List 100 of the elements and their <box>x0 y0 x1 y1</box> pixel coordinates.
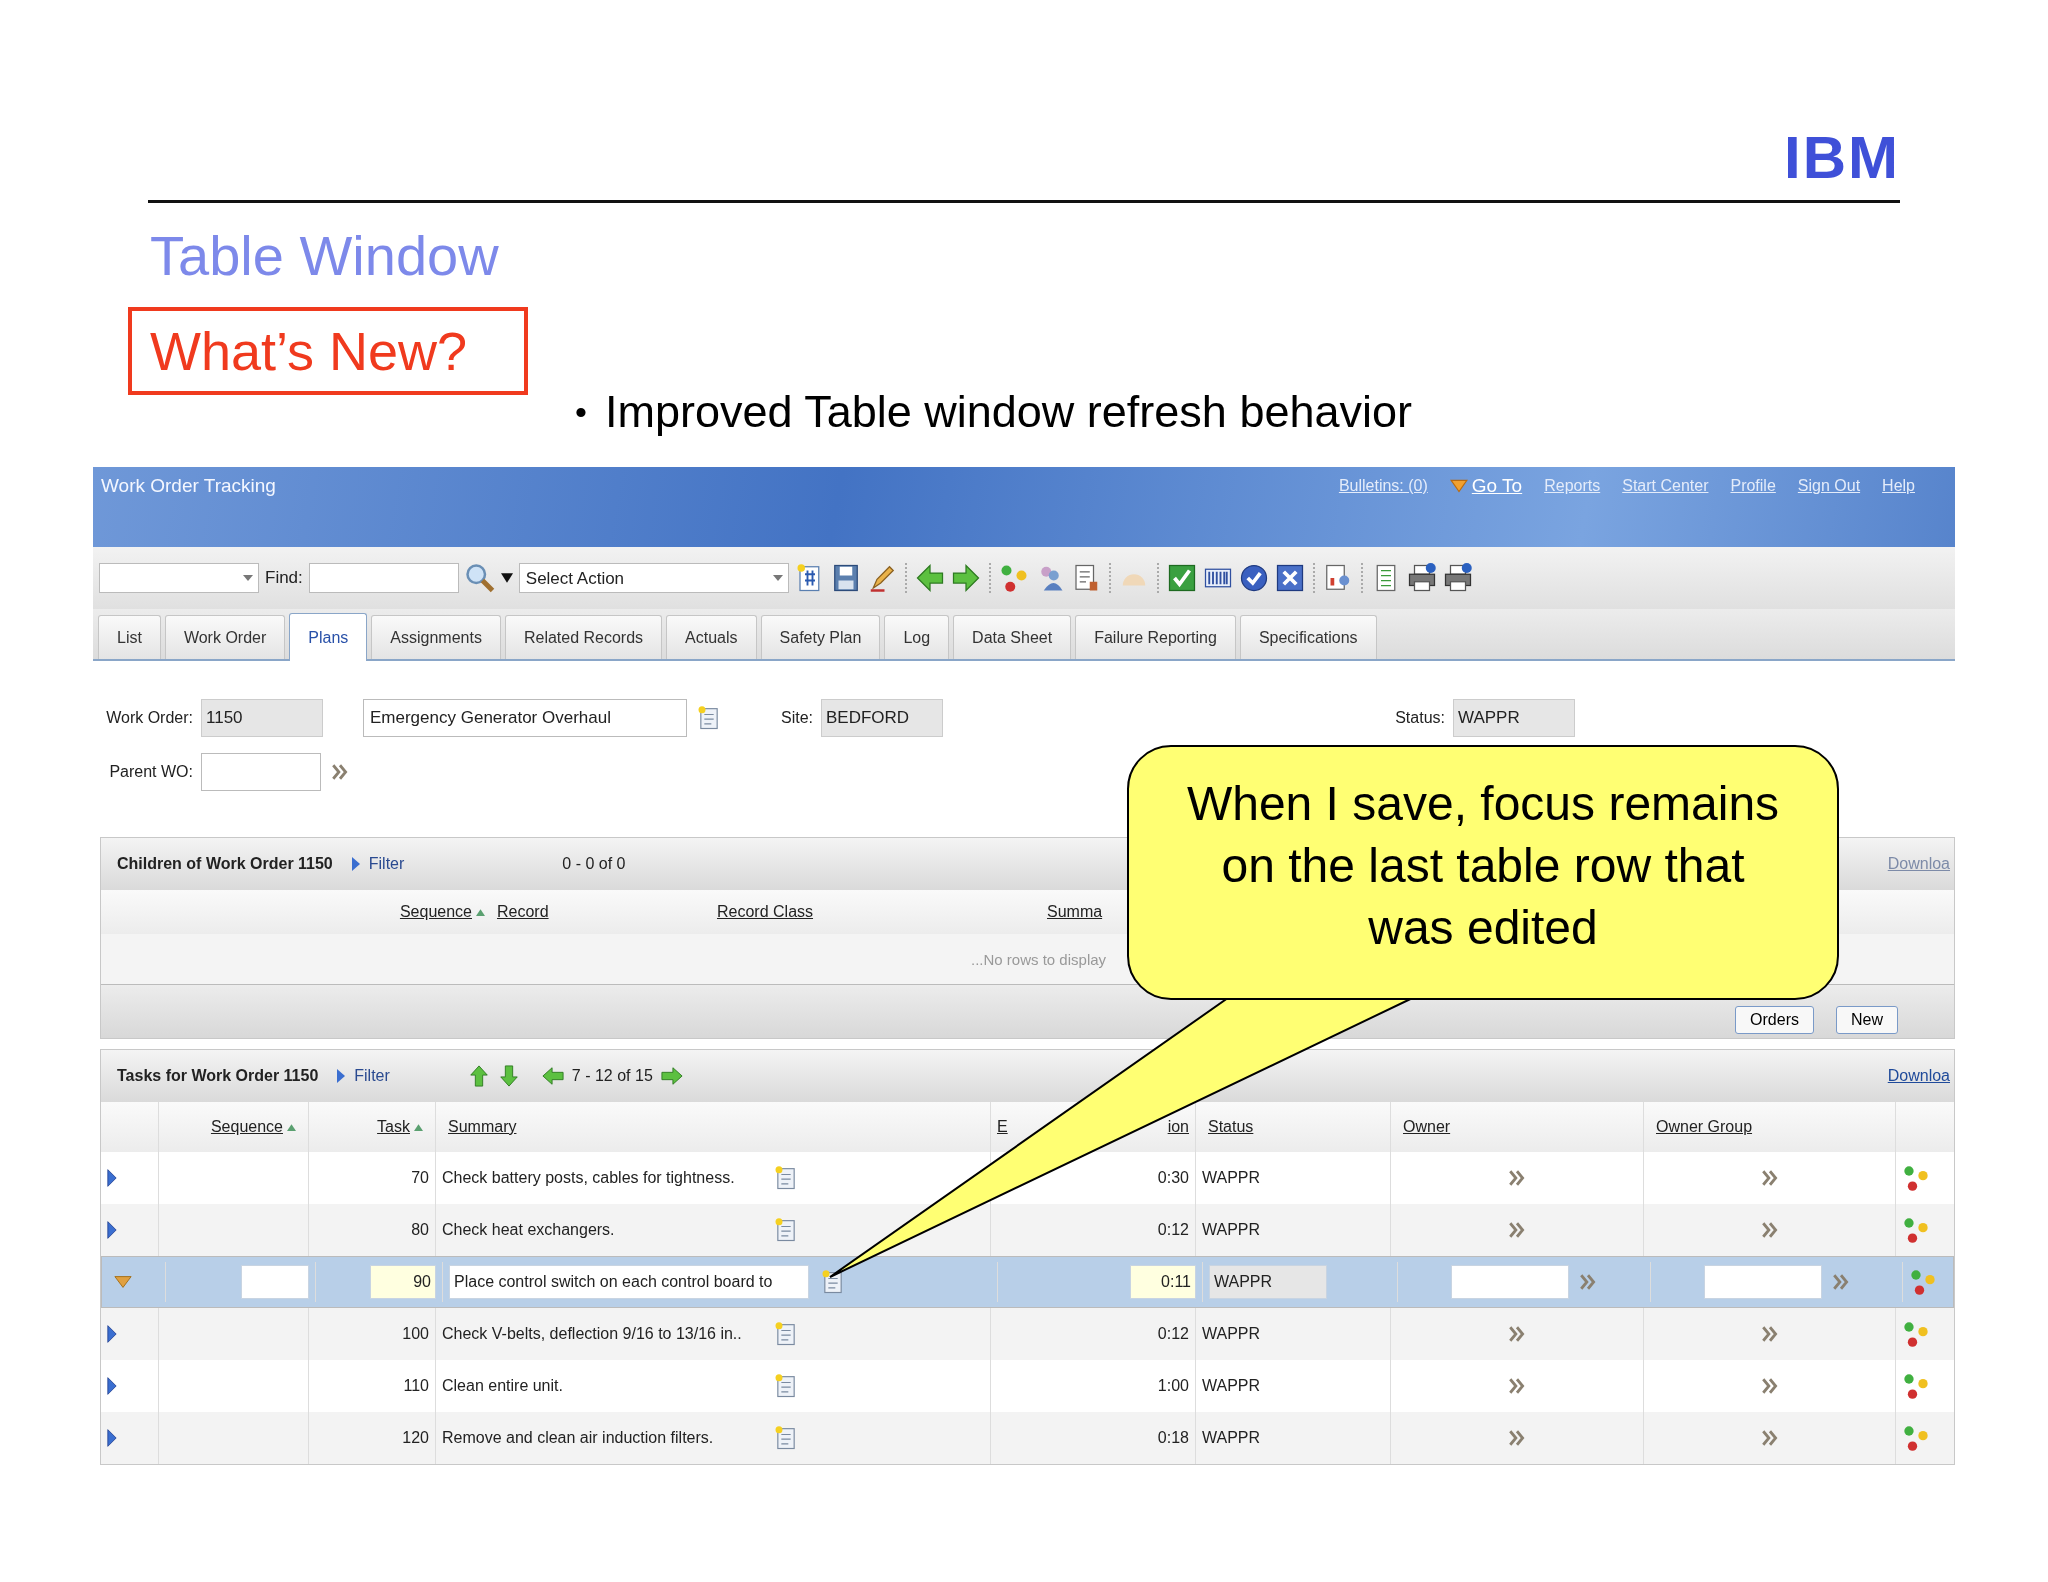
filter-link[interactable]: Filter <box>354 1067 390 1085</box>
tab[interactable]: Actuals <box>666 615 757 659</box>
tab[interactable]: List <box>98 615 161 659</box>
double-chevron-icon[interactable] <box>1508 1221 1526 1239</box>
sort-arrow-icon[interactable] <box>414 1122 423 1132</box>
double-chevron-icon[interactable] <box>1508 1429 1526 1447</box>
column-header[interactable]: Owner Group <box>1650 1118 1759 1136</box>
summary-field[interactable]: Place control switch on each control board to <box>449 1265 809 1299</box>
find-field[interactable] <box>308 563 459 593</box>
check-circle-icon[interactable] <box>1238 563 1269 593</box>
sort-arrow-icon[interactable] <box>476 907 485 917</box>
double-chevron-icon[interactable] <box>1760 1325 1779 1343</box>
printer-icon[interactable] <box>1406 563 1437 593</box>
sequence-field[interactable] <box>241 1265 309 1299</box>
up-arrow-icon[interactable] <box>467 1065 490 1087</box>
triangle-right-icon[interactable] <box>107 1428 117 1448</box>
double-chevron-icon[interactable] <box>1508 1377 1526 1395</box>
double-chevron-icon[interactable] <box>331 763 349 781</box>
checkbox-icon[interactable] <box>1166 563 1197 593</box>
tab[interactable]: Work Order <box>164 615 286 659</box>
tab[interactable]: Log <box>884 615 950 659</box>
duration-field[interactable]: 0:11 <box>1130 1265 1196 1299</box>
column-header[interactable]: Summary <box>442 1118 523 1136</box>
tab[interactable]: Related Records <box>504 615 663 659</box>
double-chevron-icon[interactable] <box>1508 1169 1526 1187</box>
field-label: Parent WO: <box>108 763 194 781</box>
triangle-right-icon[interactable] <box>107 1220 117 1240</box>
owner-field[interactable] <box>1451 1265 1569 1299</box>
triangle-right-icon[interactable] <box>107 1376 117 1396</box>
table-cell: 0:12 <box>1157 1325 1189 1343</box>
printer-icon[interactable] <box>1442 563 1473 593</box>
search-icon[interactable] <box>464 563 495 593</box>
triangle-right-icon[interactable] <box>336 1067 347 1085</box>
field-label: Status: <box>1394 709 1446 727</box>
triangle-down-icon[interactable] <box>114 1275 132 1289</box>
table-row[interactable]: 120 Remove and clean air induction filters. 0:18 WAPPR <box>101 1412 1954 1464</box>
parent-wo-field[interactable] <box>201 753 321 791</box>
tab[interactable]: Data Sheet <box>953 615 1072 659</box>
caret-icon[interactable] <box>243 574 253 582</box>
tab[interactable]: Failure Reporting <box>1075 615 1236 659</box>
sort-arrow-icon[interactable] <box>287 1122 296 1132</box>
column-header[interactable]: Sequence <box>393 903 491 921</box>
status-field[interactable]: WAPPR <box>1209 1265 1327 1299</box>
double-chevron-icon[interactable] <box>1831 1273 1850 1291</box>
triangle-right-icon[interactable] <box>350 855 361 873</box>
field-label: Site: <box>780 709 814 727</box>
double-chevron-icon[interactable] <box>1579 1273 1597 1291</box>
dropdown-triangle-icon[interactable] <box>500 573 513 583</box>
workflow-icon[interactable] <box>1909 1268 1937 1296</box>
left-arrow-icon[interactable] <box>541 1065 564 1087</box>
left-arrow-icon[interactable] <box>914 563 945 593</box>
owner-group-field[interactable] <box>1703 1265 1822 1299</box>
footer-button[interactable]: Orders <box>1735 1006 1814 1034</box>
work-order-field[interactable]: 1150 <box>201 699 323 737</box>
down-arrow-icon[interactable] <box>497 1065 520 1087</box>
double-chevron-icon[interactable] <box>1760 1221 1779 1239</box>
triangle-right-icon[interactable] <box>107 1168 117 1188</box>
column-header[interactable]: Status <box>1202 1118 1260 1136</box>
right-arrow-icon[interactable] <box>660 1065 683 1087</box>
tab[interactable]: Specifications <box>1239 615 1377 659</box>
site-field[interactable]: BEDFORD <box>821 699 943 737</box>
double-chevron-icon[interactable] <box>1760 1377 1779 1395</box>
task-field[interactable]: 90 <box>370 1265 436 1299</box>
column-header[interactable]: Summa <box>1041 903 1109 921</box>
tab[interactable]: Assignments <box>371 615 501 659</box>
filter-link[interactable]: Filter <box>368 855 405 873</box>
action-select[interactable]: Select Action <box>518 563 789 593</box>
double-chevron-icon[interactable] <box>1508 1325 1526 1343</box>
workflow-icon[interactable] <box>1902 1164 1930 1192</box>
table-row[interactable]: 90 Place control switch on each control board to 0:11 WAPPR <box>101 1256 1954 1308</box>
column-header[interactable]: Record Class <box>711 903 820 921</box>
table-cell-text: Check V-belts, deflection 9/16 to 13/16 in.. <box>442 1325 743 1343</box>
empty-message: ...No rows to display <box>971 950 1107 968</box>
close-box-icon[interactable] <box>1274 563 1305 593</box>
download-link[interactable]: Downloa <box>1887 1067 1950 1085</box>
column-header[interactable]: Task <box>371 1118 429 1136</box>
footer-button[interactable]: New <box>1836 1006 1898 1034</box>
column-header[interactable]: Owner <box>1397 1118 1457 1136</box>
caret-icon[interactable] <box>772 574 783 582</box>
workflow-icon[interactable] <box>1902 1424 1930 1452</box>
triangle-right-icon[interactable] <box>107 1324 117 1344</box>
description-field[interactable]: Emergency Generator Overhaul <box>363 699 687 737</box>
tab[interactable]: Plans <box>289 613 368 661</box>
status-field[interactable]: WAPPR <box>1453 699 1575 737</box>
right-arrow-icon[interactable] <box>950 563 981 593</box>
column-header[interactable]: Sequence <box>204 1118 302 1136</box>
slide-title: Table Window <box>150 225 500 287</box>
double-chevron-icon[interactable] <box>1760 1429 1779 1447</box>
workflow-icon[interactable] <box>998 563 1029 593</box>
workflow-icon[interactable] <box>1902 1216 1930 1244</box>
tab[interactable]: Safety Plan <box>760 615 881 659</box>
table-row[interactable]: 80 Check heat exchangers. 0:12 WAPPR <box>101 1204 1954 1256</box>
workflow-icon[interactable] <box>1902 1320 1930 1348</box>
column-header[interactable]: Record <box>491 903 555 921</box>
paging-text: 0 - 0 of 0 <box>562 855 626 873</box>
double-chevron-icon[interactable] <box>1760 1169 1779 1187</box>
workflow-icon[interactable] <box>1902 1372 1930 1400</box>
column-header[interactable]: E <box>991 1118 1014 1136</box>
column-header[interactable]: ion <box>1161 1118 1195 1136</box>
table-row[interactable]: 100 Check V-belts, deflection 9/16 to 13/16 in.. 0:12 WAPPR <box>101 1308 1954 1360</box>
